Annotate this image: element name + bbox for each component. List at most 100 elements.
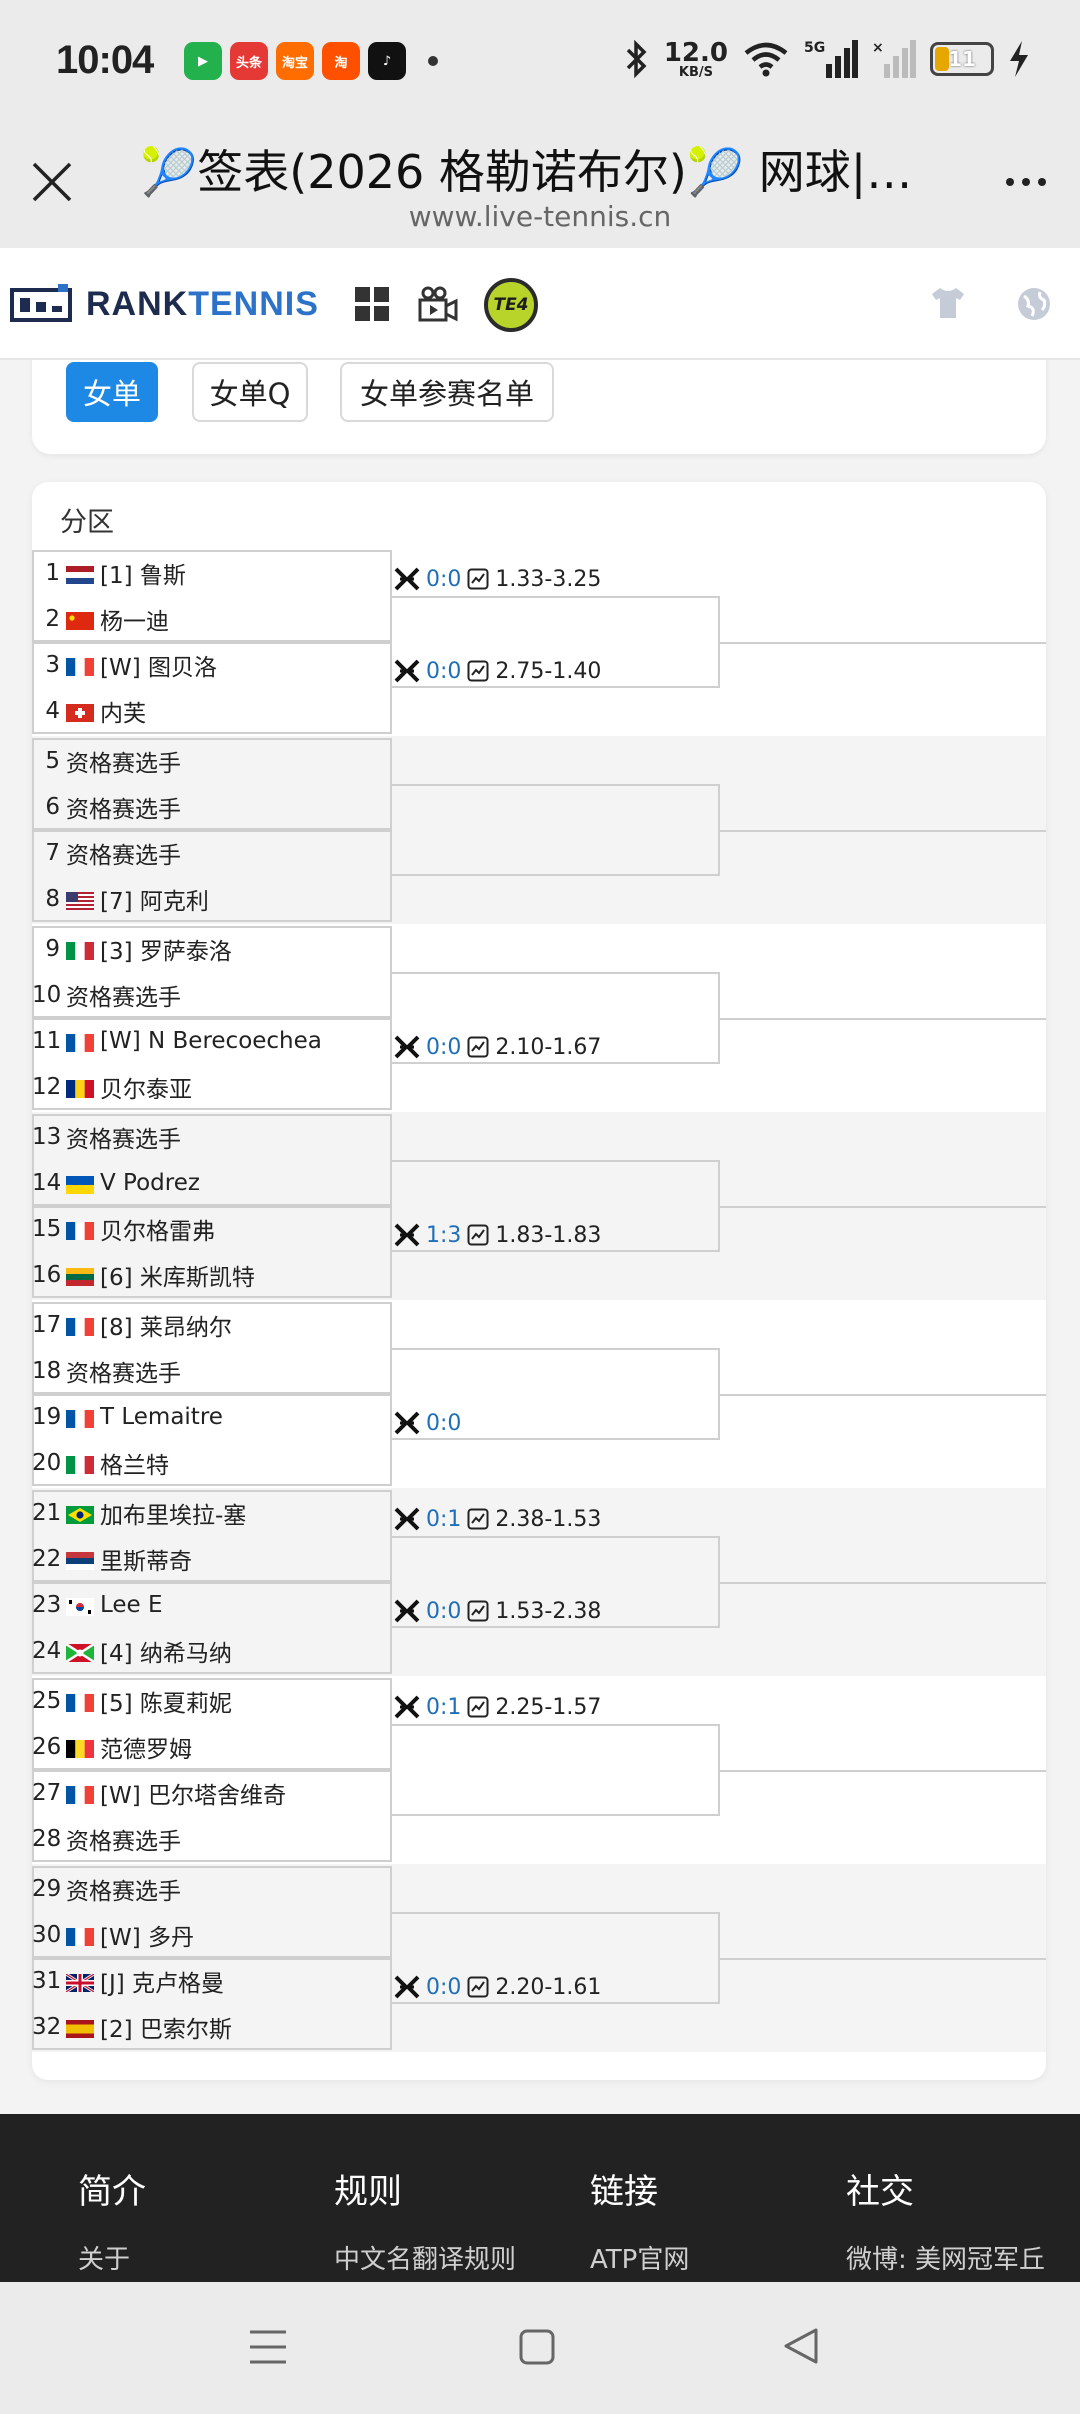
odds-chart-icon[interactable]	[467, 1224, 489, 1246]
h2h-icon[interactable]	[394, 1411, 420, 1435]
player-row[interactable]: 26 范德罗姆	[32, 1724, 392, 1770]
odds-chart-icon[interactable]	[467, 1696, 489, 1718]
player-name[interactable]: [J] 克卢格曼	[100, 1964, 224, 1998]
player-name[interactable]: 内芙	[100, 694, 146, 728]
match-info[interactable]: 0:1 2.38-1.53	[394, 1504, 601, 1534]
player-row[interactable]: 3 [W] 图贝洛	[32, 642, 392, 688]
odds-chart-icon[interactable]	[467, 1036, 489, 1058]
player-row[interactable]: 20 格兰特	[32, 1440, 392, 1486]
player-name[interactable]: 资格赛选手	[66, 978, 181, 1012]
player-name[interactable]: [W] 巴尔塔舍维奇	[100, 1776, 286, 1810]
player-row[interactable]: 28 资格赛选手	[32, 1816, 392, 1862]
player-row[interactable]: 23 Lee E	[32, 1582, 392, 1628]
match-info[interactable]: 1:3 1.83-1.83	[394, 1220, 601, 1250]
footer-link-weibo[interactable]: 微博: 美网冠军丘	[846, 2239, 1045, 2276]
h2h-icon[interactable]	[394, 1695, 420, 1719]
player-name[interactable]: [W] 图贝洛	[100, 648, 217, 682]
jersey-icon[interactable]	[930, 286, 966, 320]
tab-womens-singles[interactable]: 女单	[66, 362, 158, 422]
h2h-score[interactable]: 0:0	[426, 1599, 461, 1624]
player-row[interactable]: 11 [W] N Berecoechea	[32, 1018, 392, 1064]
player-name[interactable]: [2] 巴索尔斯	[100, 2010, 232, 2044]
footer-link-about[interactable]: 关于	[78, 2239, 146, 2276]
player-row[interactable]: 17 [8] 莱昂纳尔	[32, 1302, 392, 1348]
back-icon[interactable]	[782, 2326, 820, 2366]
player-row[interactable]: 18 资格赛选手	[32, 1348, 392, 1394]
player-name[interactable]: 资格赛选手	[66, 1120, 181, 1154]
player-row[interactable]: 22 里斯蒂奇	[32, 1536, 392, 1582]
player-row[interactable]: 31 [J] 克卢格曼	[32, 1958, 392, 2004]
player-name[interactable]: [4] 纳希马纳	[100, 1634, 232, 1668]
match-info[interactable]: 0:0 1.53-2.38	[394, 1596, 601, 1626]
player-name[interactable]: 贝尔泰亚	[100, 1070, 192, 1104]
player-row[interactable]: 6 资格赛选手	[32, 784, 392, 830]
close-icon[interactable]	[30, 160, 74, 204]
h2h-icon[interactable]	[394, 659, 420, 683]
player-row[interactable]: 5 资格赛选手	[32, 738, 392, 784]
player-row[interactable]: 7 资格赛选手	[32, 830, 392, 876]
player-name[interactable]: 范德罗姆	[100, 1730, 192, 1764]
player-name[interactable]: Lee E	[100, 1592, 163, 1618]
player-name[interactable]: 资格赛选手	[66, 1822, 181, 1856]
player-row[interactable]: 29 资格赛选手	[32, 1866, 392, 1912]
match-info[interactable]: 0:0 2.20-1.61	[394, 1972, 601, 2002]
video-camera-icon[interactable]	[418, 286, 458, 324]
player-row[interactable]: 19 T Lemaitre	[32, 1394, 392, 1440]
odds-chart-icon[interactable]	[467, 1508, 489, 1530]
player-name[interactable]: 加布里埃拉-塞	[100, 1496, 246, 1530]
player-name[interactable]: V Podrez	[100, 1170, 200, 1196]
footer-link-translation-rules[interactable]: 中文名翻译规则	[334, 2239, 516, 2276]
match-info[interactable]: 0:0	[394, 1408, 467, 1438]
match-info[interactable]: 0:0 2.10-1.67	[394, 1032, 601, 1062]
h2h-score[interactable]: 0:0	[426, 1035, 461, 1060]
odds-chart-icon[interactable]	[467, 1976, 489, 1998]
player-row[interactable]: 25 [5] 陈夏莉妮	[32, 1678, 392, 1724]
player-row[interactable]: 32 [2] 巴索尔斯	[32, 2004, 392, 2050]
odds-chart-icon[interactable]	[467, 660, 489, 682]
player-row[interactable]: 14 V Podrez	[32, 1160, 392, 1206]
player-name[interactable]: [6] 米库斯凯特	[100, 1258, 255, 1292]
player-name[interactable]: [3] 罗萨泰洛	[100, 932, 232, 966]
match-info[interactable]: 0:0 1.33-3.25	[394, 564, 601, 594]
player-row[interactable]: 21 加布里埃拉-塞	[32, 1490, 392, 1536]
te4-badge[interactable]: TE4	[484, 278, 538, 332]
tab-womens-qualifying[interactable]: 女单Q	[192, 362, 308, 422]
h2h-score[interactable]: 0:0	[426, 1975, 461, 2000]
player-name[interactable]: 资格赛选手	[66, 744, 181, 778]
player-row[interactable]: 12 贝尔泰亚	[32, 1064, 392, 1110]
match-info[interactable]: 0:1 2.25-1.57	[394, 1692, 601, 1722]
site-logo[interactable]: RANKTENNIS	[10, 284, 319, 324]
player-name[interactable]: [8] 莱昂纳尔	[100, 1308, 232, 1342]
tab-entry-list[interactable]: 女单参赛名单	[340, 362, 554, 422]
h2h-icon[interactable]	[394, 1035, 420, 1059]
more-menu-icon[interactable]	[1006, 178, 1046, 186]
h2h-icon[interactable]	[394, 1507, 420, 1531]
h2h-score[interactable]: 0:1	[426, 1695, 461, 1720]
player-name[interactable]: [7] 阿克利	[100, 882, 209, 916]
player-name[interactable]: 资格赛选手	[66, 1872, 181, 1906]
player-row[interactable]: 2 杨一迪	[32, 596, 392, 642]
player-row[interactable]: 1 [1] 鲁斯	[32, 550, 392, 596]
odds-chart-icon[interactable]	[467, 568, 489, 590]
player-name[interactable]: 贝尔格雷弗	[100, 1212, 215, 1246]
home-icon[interactable]	[518, 2328, 556, 2366]
player-name[interactable]: 格兰特	[100, 1446, 169, 1480]
player-row[interactable]: 27 [W] 巴尔塔舍维奇	[32, 1770, 392, 1816]
player-name[interactable]: 杨一迪	[100, 602, 169, 636]
player-row[interactable]: 9 [3] 罗萨泰洛	[32, 926, 392, 972]
player-name[interactable]: 资格赛选手	[66, 836, 181, 870]
h2h-score[interactable]: 0:0	[426, 1411, 461, 1436]
h2h-icon[interactable]	[394, 567, 420, 591]
player-name[interactable]: 资格赛选手	[66, 1354, 181, 1388]
player-name[interactable]: [W] 多丹	[100, 1918, 194, 1952]
player-name[interactable]: [5] 陈夏莉妮	[100, 1684, 232, 1718]
player-name[interactable]: T Lemaitre	[100, 1404, 223, 1430]
player-name[interactable]: 资格赛选手	[66, 790, 181, 824]
player-name[interactable]: [W] N Berecoechea	[100, 1028, 322, 1054]
player-row[interactable]: 8 [7] 阿克利	[32, 876, 392, 922]
odds-chart-icon[interactable]	[467, 1600, 489, 1622]
h2h-score[interactable]: 0:0	[426, 567, 461, 592]
h2h-icon[interactable]	[394, 1599, 420, 1623]
player-row[interactable]: 15 贝尔格雷弗	[32, 1206, 392, 1252]
player-row[interactable]: 16 [6] 米库斯凯特	[32, 1252, 392, 1298]
